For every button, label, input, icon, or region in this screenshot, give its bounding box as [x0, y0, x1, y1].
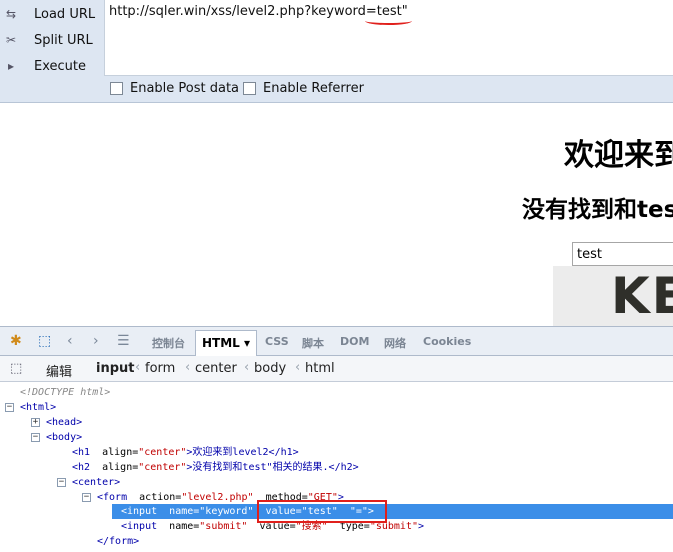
chevron-left-icon: ‹ — [244, 360, 250, 375]
tab-net[interactable]: 网络 — [384, 335, 406, 351]
split-url-button[interactable]: ✂ Split URL — [0, 27, 105, 53]
breadcrumb-input[interactable]: input — [96, 361, 135, 376]
html-tree: <!DOCTYPE html> − <html> + <head> − <bod… — [0, 383, 673, 552]
chevron-left-icon: ‹ — [135, 360, 141, 375]
url-input[interactable]: http://sqler.win/xss/level2.php?keyword=… — [104, 0, 673, 76]
tree-html[interactable]: <html> — [20, 400, 56, 415]
tab-dom[interactable]: DOM — [340, 335, 369, 348]
page-heading: 欢迎来到 — [564, 138, 673, 173]
edit-icon[interactable]: ⬚ — [10, 361, 22, 376]
level-image: KE — [553, 266, 673, 326]
enable-referrer-option[interactable]: Enable Referrer — [243, 81, 364, 96]
url-highlighted-segment: =test" — [365, 4, 408, 19]
tab-script[interactable]: 脚本 — [302, 335, 324, 351]
breadcrumb-html[interactable]: html — [305, 361, 335, 376]
tree-h1[interactable]: <h1 align="center">欢迎来到level2</h1> — [72, 445, 299, 460]
breadcrumb-body[interactable]: body — [254, 361, 286, 376]
level-image-text: KE — [611, 267, 673, 325]
expand-toggle-icon[interactable]: + — [31, 418, 40, 427]
tree-form-close[interactable]: </form> — [97, 534, 139, 549]
inspect-icon[interactable]: ⬚ — [38, 333, 51, 349]
load-url-button[interactable]: ⇆ Load URL — [0, 1, 105, 27]
breadcrumb-form[interactable]: form — [145, 361, 175, 376]
collapse-toggle-icon[interactable]: − — [31, 433, 40, 442]
tree-h2[interactable]: <h2 align="center">没有找到和test"相关的结果.</h2> — [72, 460, 359, 475]
page-subheading: 没有找到和tes — [522, 197, 673, 223]
firebug-icon[interactable]: ✱ — [10, 333, 22, 349]
annotation-highlight-box — [257, 500, 387, 523]
tree-doctype: <!DOCTYPE html> — [20, 387, 111, 398]
tree-head[interactable]: <head> — [46, 415, 82, 430]
collapse-toggle-icon[interactable]: − — [57, 478, 66, 487]
breadcrumb-center[interactable]: center — [195, 361, 237, 376]
list-icon[interactable]: ☰ — [117, 333, 130, 349]
tab-console[interactable]: 控制台 — [152, 335, 185, 351]
back-icon[interactable]: ‹ — [67, 333, 73, 349]
firebug-tab-bar: ✱ ⬚ ‹ › ☰ 控制台 HTML ▾ CSS 脚本 DOM 网络 Cooki… — [0, 326, 673, 357]
collapse-toggle-icon[interactable]: − — [82, 493, 91, 502]
breadcrumb: ⬚ 编辑 input ‹ form ‹ center ‹ body ‹ html — [0, 356, 673, 382]
tab-cookies[interactable]: Cookies — [423, 335, 471, 348]
chevron-left-icon: ‹ — [295, 360, 301, 375]
execute-button[interactable]: ▸ Execute — [0, 53, 105, 79]
tree-body[interactable]: <body> — [46, 430, 82, 445]
scissors-icon: ✂ — [5, 33, 17, 47]
load-url-icon: ⇆ — [5, 7, 17, 21]
post-data-checkbox[interactable] — [110, 82, 123, 95]
tab-css[interactable]: CSS — [265, 335, 289, 348]
play-icon: ▸ — [7, 59, 15, 73]
tree-center[interactable]: <center> — [72, 475, 120, 490]
enable-post-data-option[interactable]: Enable Post data — [110, 81, 239, 96]
edit-button[interactable]: 编辑 — [46, 361, 72, 380]
tree-input-keyword[interactable]: <input name="keyword" value="test" "="> — [112, 504, 673, 519]
forward-icon[interactable]: › — [93, 333, 99, 349]
url-text: http://sqler.win/xss/level2.php?keyword — [109, 4, 366, 19]
collapse-toggle-icon[interactable]: − — [5, 403, 14, 412]
tab-html[interactable]: HTML ▾ — [195, 330, 258, 357]
chevron-left-icon: ‹ — [185, 360, 191, 375]
page-content: 欢迎来到 没有找到和tes test KE — [0, 104, 673, 326]
chevron-down-icon: ▾ — [244, 336, 251, 350]
keyword-input[interactable]: test — [572, 242, 673, 266]
hackbar-toolbar: ⇆ Load URL ✂ Split URL ▸ Execute http://… — [0, 0, 673, 103]
referrer-checkbox[interactable] — [243, 82, 256, 95]
